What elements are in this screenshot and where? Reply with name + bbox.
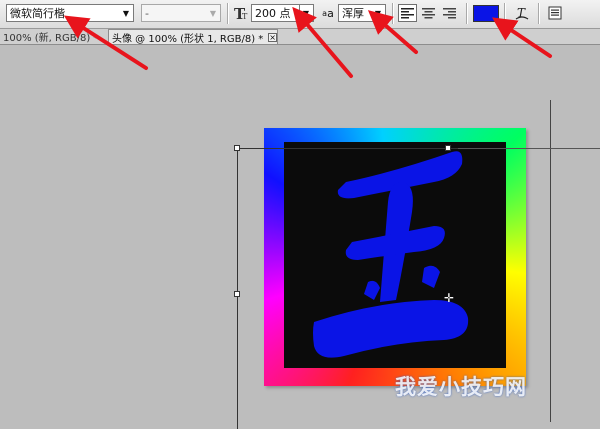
chevron-down-icon[interactable]: ▼ [119, 5, 133, 21]
align-right-button[interactable] [440, 4, 459, 22]
antialias-icon: aa [322, 6, 334, 20]
toolbar-divider [504, 3, 505, 24]
transform-handle[interactable] [445, 145, 451, 151]
antialias-select[interactable]: 浑厚 ▼ [338, 4, 386, 22]
watermark-text: 我爱小技巧网 [395, 375, 527, 399]
align-right-icon [443, 7, 456, 18]
chevron-down-icon[interactable]: ▼ [299, 5, 313, 21]
document-tab-strip: 100% (新, RGB/8) * 头像 @ 100% (形状 1, RGB/8… [0, 29, 600, 45]
tab-document-1[interactable]: 100% (新, RGB/8) * [0, 29, 106, 44]
options-bar: 微软简行楷 ▼ - ▼ TT 200 点 ▼ aa 浑厚 ▼ T [0, 0, 600, 29]
align-left-button[interactable] [398, 4, 417, 22]
font-size-dropdown-button[interactable]: ▼ [299, 4, 314, 22]
font-family-select[interactable]: 微软简行楷 ▼ [6, 4, 134, 22]
font-family-value: 微软简行楷 [10, 7, 65, 20]
toolbar-divider [466, 3, 467, 24]
document-canvas[interactable]: ✛ 我爱小技巧网 [0, 45, 600, 429]
tab-label: 100% (新, RGB/8) * [3, 33, 99, 44]
font-size-icon: TT [233, 4, 249, 22]
font-style-select[interactable]: - ▼ [141, 4, 221, 22]
panel-icon [548, 6, 561, 20]
align-left-icon [401, 7, 414, 18]
chevron-down-icon[interactable]: ▼ [206, 5, 220, 21]
tab-label: 头像 @ 100% (形状 1, RGB/8) * [112, 33, 264, 45]
close-icon[interactable]: × [268, 32, 277, 42]
font-size-input[interactable]: 200 点 [251, 4, 300, 22]
toolbar-divider [227, 3, 228, 24]
warp-text-button[interactable]: T [512, 4, 531, 22]
transform-handle[interactable] [234, 291, 240, 297]
align-center-icon [422, 7, 435, 18]
font-size-value: 200 点 [255, 7, 291, 20]
transform-handle[interactable] [234, 145, 240, 151]
align-center-button[interactable] [419, 4, 438, 22]
toolbar-divider [538, 3, 539, 24]
warp-text-icon: T [515, 6, 528, 20]
character-panel-button[interactable] [545, 4, 564, 22]
chevron-down-icon[interactable]: ▼ [371, 5, 385, 21]
antialias-value: 浑厚 [342, 7, 364, 20]
text-color-swatch[interactable] [473, 5, 499, 22]
svg-text:T: T [242, 12, 248, 21]
toolbar-divider [392, 3, 393, 24]
font-style-value: - [145, 6, 149, 20]
tab-document-2[interactable]: 头像 @ 100% (形状 1, RGB/8) * × [108, 29, 278, 45]
